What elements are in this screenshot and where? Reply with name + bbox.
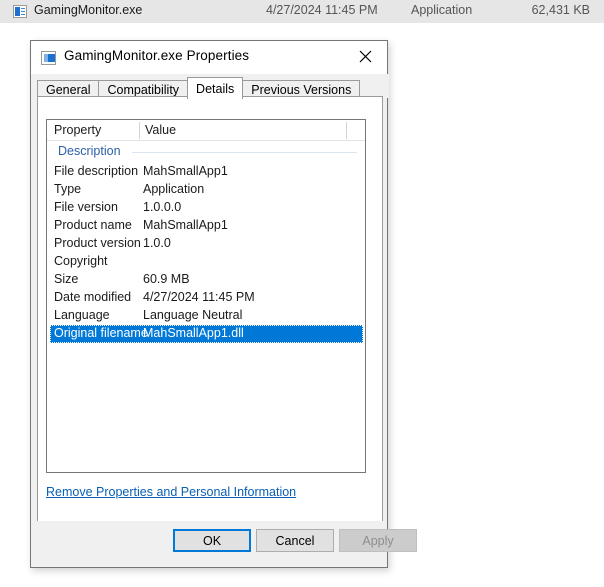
dialog-title: GamingMonitor.exe Properties	[64, 48, 250, 63]
property-name: Type	[54, 182, 82, 196]
property-name: Product name	[54, 218, 132, 232]
application-file-icon	[13, 5, 27, 18]
file-size-cell: 62,431 KB	[531, 3, 590, 17]
close-icon[interactable]	[343, 41, 387, 71]
table-row-selected[interactable]: Original filename MahSmallApp1.dll	[50, 325, 363, 343]
table-row[interactable]: Size 60.9 MB	[47, 271, 365, 289]
property-name: Copyright	[54, 254, 108, 268]
table-row[interactable]: File version 1.0.0.0	[47, 199, 365, 217]
group-header-rule	[132, 152, 357, 153]
group-header-label: Description	[58, 144, 121, 158]
column-header-property[interactable]: Property	[54, 123, 101, 137]
table-row[interactable]: Language Language Neutral	[47, 307, 365, 325]
column-divider[interactable]	[346, 122, 347, 139]
property-value: 4/27/2024 11:45 PM	[143, 290, 255, 304]
details-list-header: Property Value	[47, 120, 365, 141]
tab-strip: General Compatibility Details Previous Vers…	[31, 74, 389, 99]
table-row[interactable]: Copyright	[47, 253, 365, 271]
property-name: Original filename	[54, 326, 148, 340]
details-list[interactable]: Property Value Description File descript…	[46, 119, 366, 473]
properties-dialog: GamingMonitor.exe Properties General Comp…	[30, 40, 417, 568]
column-divider[interactable]	[139, 122, 140, 139]
property-value: Application	[143, 182, 205, 196]
cancel-button[interactable]: Cancel	[256, 529, 334, 552]
property-name: Size	[54, 272, 79, 286]
ok-button[interactable]: OK	[173, 529, 251, 552]
dialog-button-bar: OK Cancel Apply	[31, 521, 417, 567]
column-header-value[interactable]: Value	[145, 123, 176, 137]
table-row[interactable]: File description MahSmallApp1	[47, 163, 365, 181]
property-name: Date modified	[54, 290, 132, 304]
property-name: File description	[54, 164, 139, 178]
property-value: 60.9 MB	[143, 272, 190, 286]
property-value: 1.0.0	[143, 236, 171, 250]
dialog-title-bar[interactable]: GamingMonitor.exe Properties	[31, 41, 387, 74]
details-panel: Property Value Description File descript…	[37, 96, 383, 551]
tab-details[interactable]: Details	[187, 77, 244, 99]
group-header-description: Description	[47, 141, 365, 163]
file-name-cell: GamingMonitor.exe	[34, 3, 143, 17]
property-value: MahSmallApp1	[143, 218, 228, 232]
property-value: 1.0.0.0	[143, 200, 182, 214]
file-type-cell: Application	[411, 3, 473, 17]
application-icon	[41, 51, 56, 65]
property-value: MahSmallApp1	[143, 164, 228, 178]
explorer-file-row[interactable]: GamingMonitor.exe 4/27/2024 11:45 PM App…	[0, 0, 604, 23]
file-date-modified-cell: 4/27/2024 11:45 PM	[266, 3, 378, 17]
property-name: Language	[54, 308, 110, 322]
property-value: Language Neutral	[143, 308, 243, 322]
remove-properties-link[interactable]: Remove Properties and Personal Informati…	[46, 485, 296, 499]
table-row[interactable]: Product name MahSmallApp1	[47, 217, 365, 235]
table-row[interactable]: Product version 1.0.0	[47, 235, 365, 253]
table-row[interactable]: Type Application	[47, 181, 365, 199]
property-value: MahSmallApp1.dll	[143, 326, 244, 340]
table-row[interactable]: Date modified 4/27/2024 11:45 PM	[47, 289, 365, 307]
apply-button: Apply	[339, 529, 417, 552]
property-name: File version	[54, 200, 118, 214]
property-name: Product version	[54, 236, 141, 250]
